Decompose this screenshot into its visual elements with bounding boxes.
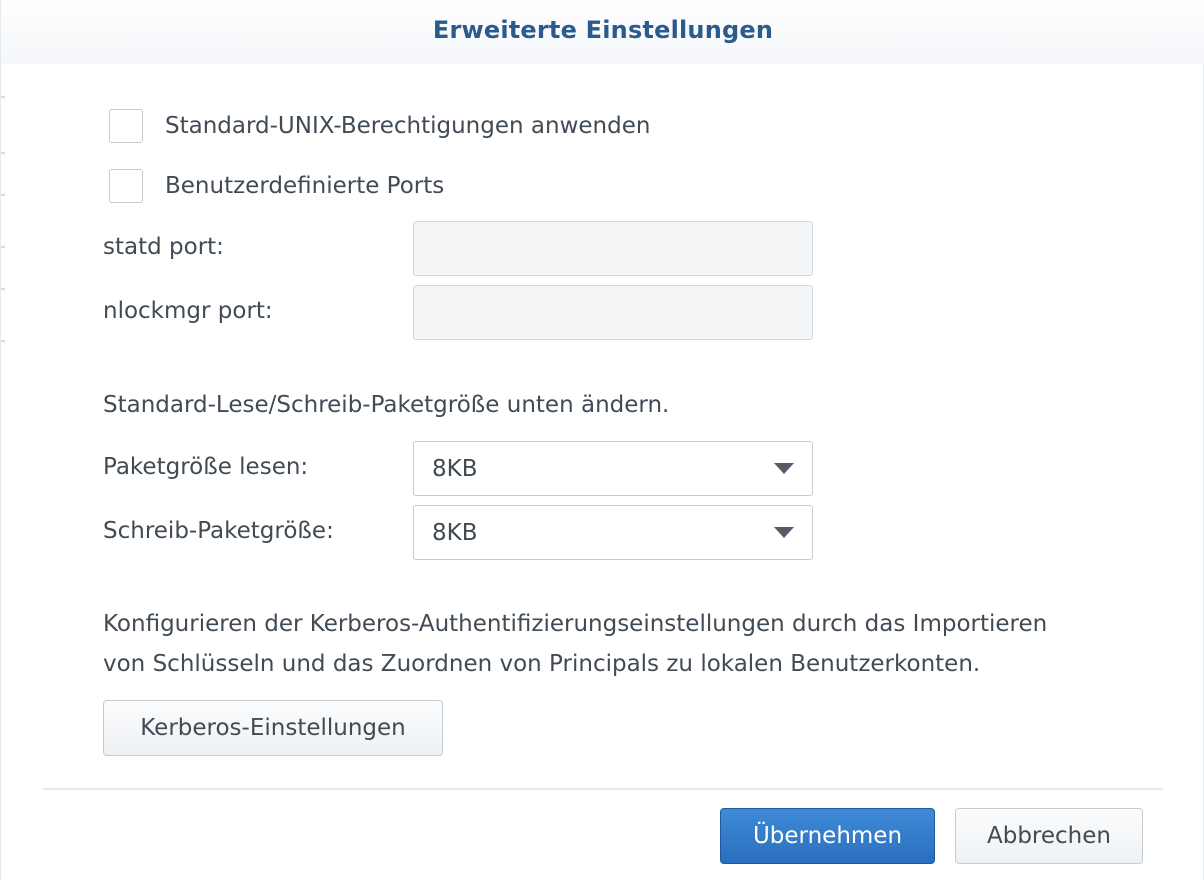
kerberos-description-line2: von Schlüsseln und das Zuordnen von Prin… [103,651,981,677]
background-edge [1,246,5,248]
advanced-settings-dialog: Erweiterte Einstellungen Standard-UNIX-B… [0,0,1204,880]
background-edge [1,288,5,290]
custom-ports-checkbox[interactable] [109,169,143,203]
apply-button[interactable]: Übernehmen [720,808,935,864]
nlockmgr-port-input[interactable] [413,285,813,340]
dialog-titlebar: Erweiterte Einstellungen [1,0,1204,64]
dialog-title: Erweiterte Einstellungen [432,16,774,44]
custom-ports-option[interactable]: Benutzerdefinierte Ports [109,168,444,204]
footer-divider [43,788,1163,790]
read-packet-size-label: Paketgröße lesen: [103,454,309,480]
unix-permissions-option[interactable]: Standard-UNIX-Berechtigungen anwenden [109,108,650,144]
background-edge [1,340,5,342]
chevron-down-icon[interactable] [774,463,794,474]
custom-ports-label[interactable]: Benutzerdefinierte Ports [165,173,444,199]
nlockmgr-port-label: nlockmgr port: [103,298,273,324]
unix-permissions-checkbox[interactable] [109,109,143,143]
background-edge [1,152,5,154]
kerberos-settings-button[interactable]: Kerberos-Einstellungen [103,700,443,756]
statd-port-label: statd port: [103,234,224,260]
background-edge [1,194,5,196]
cancel-button[interactable]: Abbrechen [955,808,1143,864]
read-packet-size-value: 8KB [432,455,478,482]
read-packet-size-select[interactable]: 8KB [413,441,813,496]
packet-size-intro: Standard-Lese/Schreib-Paketgröße unten ä… [103,392,670,418]
write-packet-size-value: 8KB [432,519,478,546]
kerberos-description-line1: Konfigurieren der Kerberos-Authentifizie… [103,611,1048,637]
write-packet-size-select[interactable]: 8KB [413,505,813,560]
unix-permissions-label[interactable]: Standard-UNIX-Berechtigungen anwenden [165,113,650,139]
write-packet-size-label: Schreib-Paketgröße: [103,518,334,544]
statd-port-input[interactable] [413,221,813,276]
background-edge [1,96,5,98]
chevron-down-icon[interactable] [774,527,794,538]
